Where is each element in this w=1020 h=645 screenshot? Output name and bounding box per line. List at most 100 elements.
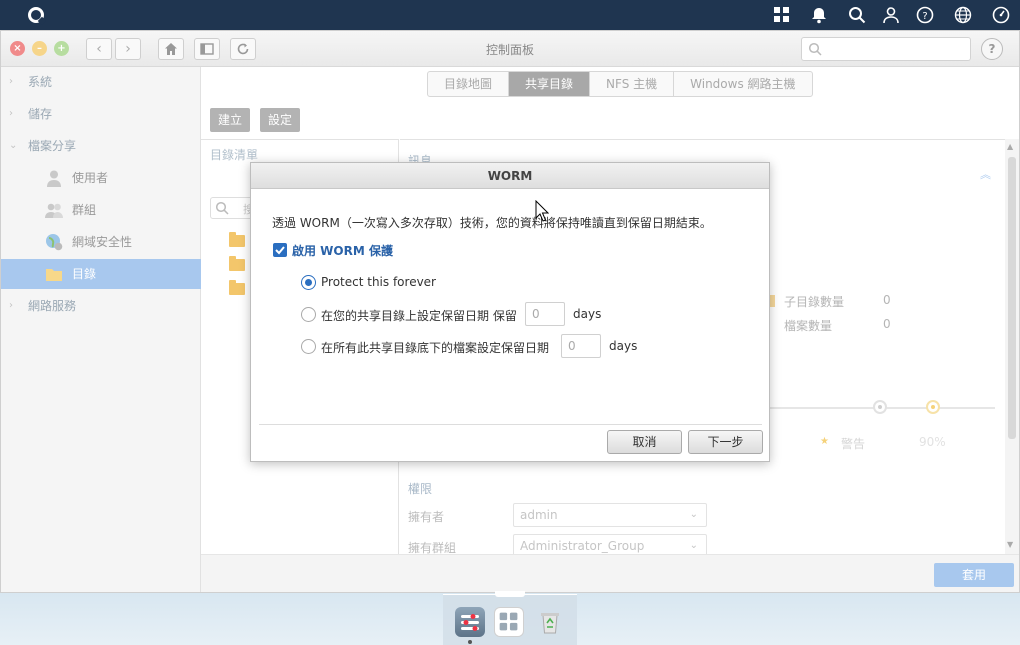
worm-description: 透過 WORM（一次寫入多次存取）技術，您的資料將保持唯讀直到保留日期結束。 (272, 216, 712, 230)
sidebar-item-domain-security[interactable]: 網域安全性 (1, 227, 201, 257)
share-retention-label[interactable]: 在您的共享目錄上設定保留日期 保留 (321, 307, 517, 324)
info-scrollbar[interactable]: ▲ ▼ (1005, 139, 1019, 554)
owner-value: admin (520, 508, 558, 522)
sidebar-item-label: 目錄 (72, 267, 97, 281)
window-titlebar: × – + ‹ › 控制面板 ? (1, 31, 1019, 67)
folder-icon[interactable] (229, 280, 245, 295)
sidebar-item-label: 群組 (72, 203, 97, 217)
sidebar-item-storage[interactable]: › 儲存 (1, 99, 201, 129)
warning-slider-handle[interactable] (926, 400, 940, 414)
sidebar-item-directory[interactable]: 目錄 (1, 259, 201, 289)
footer-bar: 套用 (201, 554, 1019, 592)
sidebar-item-label: 使用者 (72, 171, 109, 185)
protect-forever-radio[interactable] (301, 275, 316, 290)
bell-icon[interactable] (807, 4, 831, 26)
share-retention-radio[interactable] (301, 307, 316, 322)
folder-icon (46, 269, 62, 281)
tab-shared-folders[interactable]: 共享目錄 (509, 72, 591, 96)
share-retention-days-input[interactable]: 0 (525, 302, 565, 326)
dock-indicator (495, 591, 525, 597)
worm-dialog-title: WORM (251, 163, 769, 189)
file-retention-unit: days (609, 339, 638, 353)
running-indicator (468, 640, 472, 644)
globe-icon[interactable] (951, 4, 975, 26)
search-icon (808, 42, 822, 56)
file-retention-days-input[interactable]: 0 (561, 334, 601, 358)
help-icon[interactable]: ? (913, 4, 937, 26)
search-icon[interactable] (845, 4, 869, 26)
control-panel-app-icon[interactable] (455, 607, 485, 637)
next-button[interactable]: 下一步 (688, 430, 763, 454)
recycle-bin-icon[interactable] (535, 607, 565, 637)
enable-worm-checkbox[interactable] (273, 243, 287, 257)
tab-directory-map[interactable]: 目錄地圖 (428, 72, 510, 96)
app-logo-icon[interactable] (28, 7, 44, 23)
tab-bar: 目錄地圖 共享目錄 NFS 主機 Windows 網路主機 (427, 71, 813, 97)
warning-star-icon: ★ (820, 436, 829, 447)
user-icon (47, 170, 61, 187)
worm-dialog: WORM 透過 WORM（一次寫入多次存取）技術，您的資料將保持唯讀直到保留日期… (250, 162, 770, 462)
scroll-down-icon[interactable]: ▼ (1007, 540, 1013, 549)
window-search-input[interactable] (801, 37, 971, 61)
mouse-cursor-icon (535, 200, 549, 222)
app-grid-icon[interactable] (494, 607, 524, 637)
dock (443, 591, 577, 645)
sidebar-item-groups[interactable]: 群組 (1, 195, 201, 225)
folder-icon[interactable] (229, 256, 245, 271)
owner-group-value: Administrator_Group (520, 539, 645, 553)
chevron-right-icon: › (9, 300, 13, 311)
quota-slider-handle[interactable] (873, 400, 887, 414)
file-retention-radio[interactable] (301, 339, 316, 354)
owner-select[interactable]: admin ⌄ (513, 503, 707, 527)
permissions-title: 權限 (408, 482, 433, 496)
create-button[interactable]: 建立 (210, 108, 251, 132)
apps-grid-icon[interactable] (770, 4, 794, 26)
tab-windows-network-host[interactable]: Windows 網路主機 (674, 72, 811, 96)
sidebar-item-label: 網域安全性 (72, 235, 133, 249)
sidebar-item-file-sharing[interactable]: ⌄ 檔案分享 (1, 131, 201, 161)
group-icon (45, 203, 63, 218)
folder-icon[interactable] (229, 232, 245, 247)
search-icon (215, 201, 229, 215)
enable-worm-label[interactable]: 啟用 WORM 保護 (292, 242, 393, 259)
chevron-right-icon: › (9, 108, 13, 119)
owner-label: 擁有者 (408, 510, 445, 524)
chevron-down-icon: ⌄ (9, 140, 18, 151)
tab-nfs-host[interactable]: NFS 主機 (590, 72, 675, 96)
domain-globe-icon (46, 234, 63, 251)
directory-list-title: 目錄清單 (210, 148, 259, 162)
subdir-count-value: 0 (883, 293, 891, 307)
share-retention-unit: days (573, 307, 602, 321)
sidebar-item-label: 系統 (28, 75, 53, 89)
checkmark-icon (275, 246, 285, 255)
scrollbar-thumb[interactable] (1008, 157, 1016, 439)
chevron-right-icon: › (9, 76, 13, 87)
warning-label: 警告 (841, 437, 866, 451)
bullet-marker (770, 295, 775, 307)
window-help-button[interactable]: ? (981, 38, 1003, 60)
dialog-divider (259, 424, 762, 425)
cancel-button[interactable]: 取消 (607, 430, 682, 454)
file-retention-label[interactable]: 在所有此共享目錄底下的檔案設定保留日期 (321, 339, 549, 356)
sidebar-item-users[interactable]: 使用者 (1, 163, 201, 193)
sidebar-item-label: 儲存 (28, 107, 53, 121)
settings-button[interactable]: 設定 (260, 108, 301, 132)
sidebar-item-system[interactable]: › 系統 (1, 67, 201, 97)
sidebar: › 系統 › 儲存 ⌄ 檔案分享 使用者 群組 網域安全性 目錄 › 網路服務 (1, 67, 201, 592)
file-count-label: 檔案數量 (784, 319, 833, 333)
sidebar-item-label: 網路服務 (28, 299, 77, 313)
apply-button[interactable]: 套用 (934, 563, 1014, 587)
collapse-up-icon[interactable]: ︽ (980, 166, 991, 182)
user-icon[interactable] (879, 4, 903, 26)
chevron-down-icon: ⌄ (689, 509, 698, 520)
system-bar: ? (0, 0, 1020, 30)
file-count-value: 0 (883, 317, 891, 331)
sidebar-item-label: 檔案分享 (28, 139, 77, 153)
sidebar-item-network-services[interactable]: › 網路服務 (1, 291, 201, 321)
protect-forever-label[interactable]: Protect this forever (321, 275, 436, 289)
dashboard-gauge-icon[interactable] (989, 4, 1013, 26)
scroll-up-icon[interactable]: ▲ (1007, 142, 1013, 151)
warning-percent: 90% (919, 435, 946, 449)
subdir-count-label: 子目錄數量 (784, 295, 845, 309)
svg-text:?: ? (922, 11, 927, 22)
